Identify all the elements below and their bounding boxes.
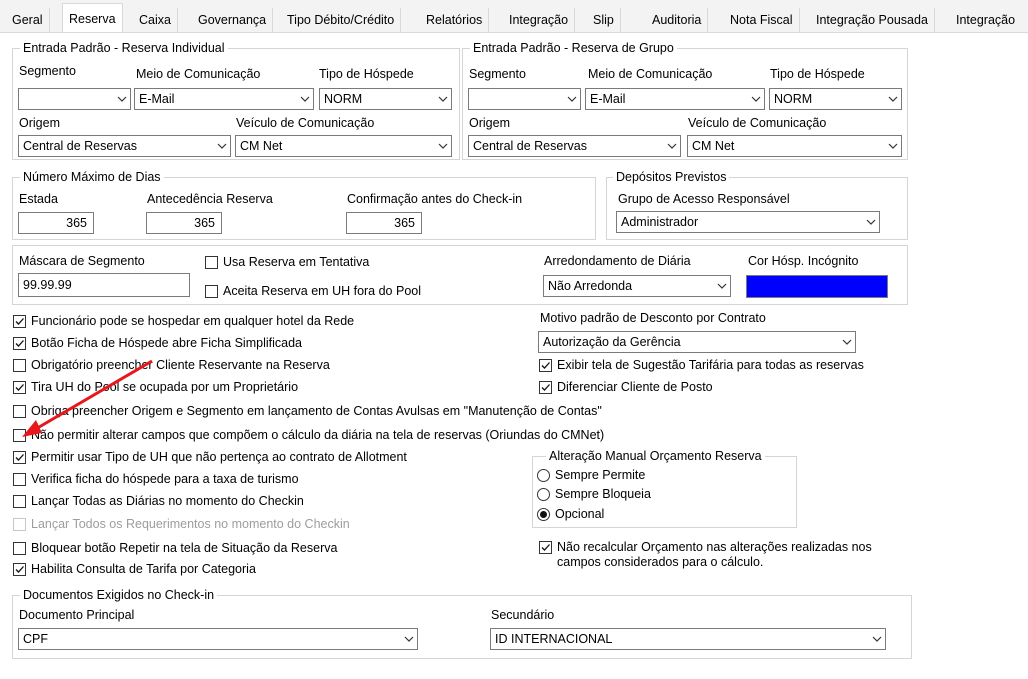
annotation-arrow-icon — [22, 359, 153, 437]
